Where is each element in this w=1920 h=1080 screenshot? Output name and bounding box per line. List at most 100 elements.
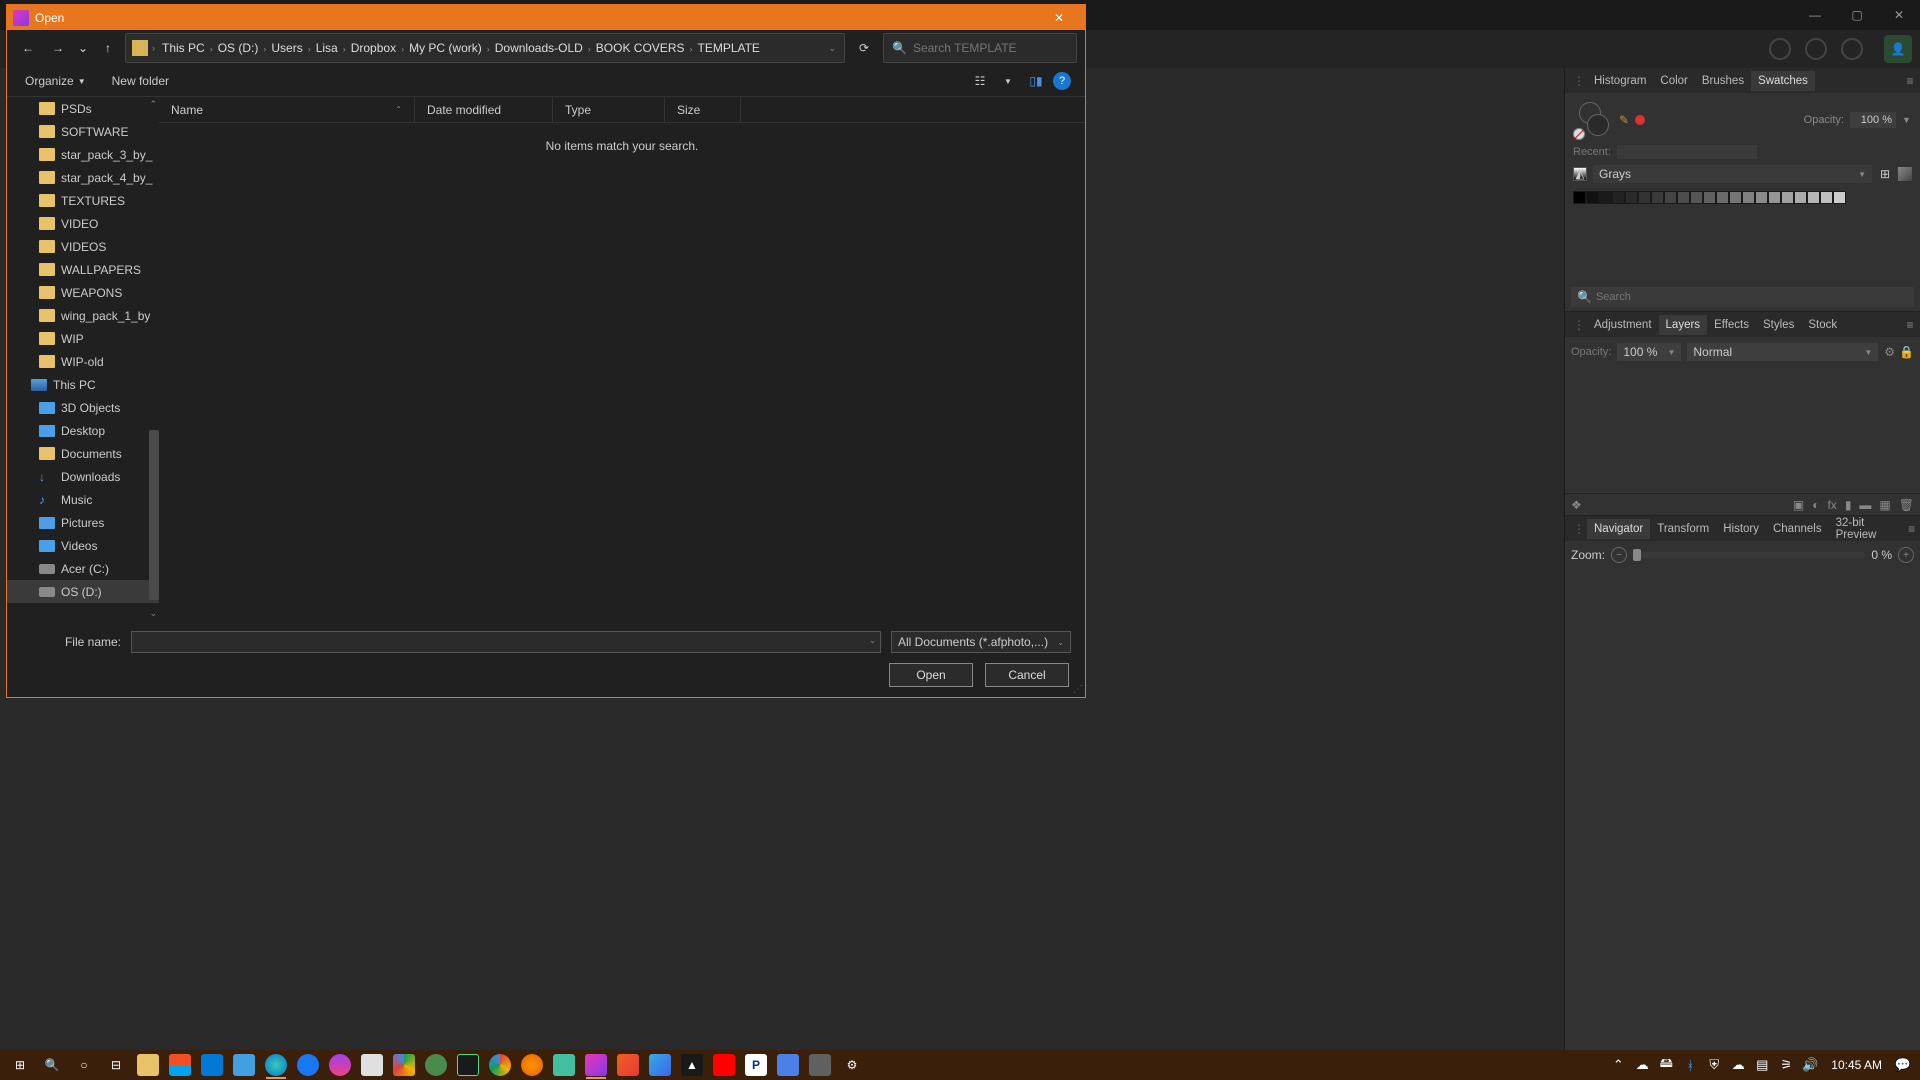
firefox-icon[interactable] xyxy=(518,1051,546,1079)
breadcrumb[interactable]: TEMPLATE xyxy=(694,39,762,57)
crop-icon[interactable]: ▮ xyxy=(1845,498,1852,512)
search-button[interactable]: 🔍 xyxy=(38,1051,66,1079)
gear-icon[interactable]: ⚙ xyxy=(1884,345,1895,359)
tree-item[interactable]: VIDEO xyxy=(7,212,159,235)
toolbar-circle-icon[interactable] xyxy=(1764,35,1796,63)
chrome-icon[interactable] xyxy=(486,1051,514,1079)
swatch[interactable] xyxy=(1612,191,1625,204)
settings-icon[interactable]: ⚙ xyxy=(838,1051,866,1079)
affinity-publisher-icon[interactable] xyxy=(614,1051,642,1079)
tree-item[interactable]: star_pack_3_by_ xyxy=(7,143,159,166)
layer-opacity[interactable]: 100 %▼ xyxy=(1617,343,1681,361)
app-icon[interactable] xyxy=(550,1051,578,1079)
recent-swatches[interactable] xyxy=(1617,145,1757,159)
zoom-slider[interactable] xyxy=(1633,552,1865,558)
tab-transform[interactable]: Transform xyxy=(1650,519,1716,539)
bluetooth-icon[interactable]: ᚼ xyxy=(1679,1051,1701,1079)
col-name[interactable]: Name⌃ xyxy=(159,97,415,122)
grid-icon[interactable]: ⊞ xyxy=(1878,167,1892,181)
col-date[interactable]: Date modified xyxy=(415,97,553,122)
view-mode-button[interactable]: ☷ xyxy=(969,71,991,91)
app-icon[interactable] xyxy=(230,1051,258,1079)
swatch[interactable] xyxy=(1690,191,1703,204)
sync-icon[interactable]: ☁ xyxy=(1631,1051,1653,1079)
view-dropdown[interactable]: ▼ xyxy=(997,71,1019,91)
refresh-button[interactable]: ⟳ xyxy=(849,34,879,62)
breadcrumb[interactable]: OS (D:) xyxy=(215,39,262,57)
tree-item[interactable]: wing_pack_1_by xyxy=(7,304,159,327)
tab-layers[interactable]: Layers xyxy=(1659,315,1708,335)
recent-dropdown[interactable]: ⌄ xyxy=(75,35,91,61)
tree-item[interactable]: OS (D:) xyxy=(7,580,159,603)
tab-32bit[interactable]: 32-bit Preview xyxy=(1829,513,1904,545)
chevron-down-icon[interactable]: ⌄ xyxy=(826,43,838,54)
lock-icon[interactable]: 🔒 xyxy=(1899,345,1914,359)
tree-item[interactable]: WEAPONS xyxy=(7,281,159,304)
eyedropper-icon[interactable]: ✎ xyxy=(1619,113,1629,127)
close-app-button[interactable]: ✕ xyxy=(1878,0,1920,30)
color-dot[interactable] xyxy=(1635,115,1645,125)
tree-item[interactable]: Acer (C:) xyxy=(7,557,159,580)
taskbar-clock[interactable]: 10:45 AM xyxy=(1823,1058,1890,1072)
wifi-icon[interactable]: ⚞ xyxy=(1775,1051,1797,1079)
breadcrumb[interactable]: Dropbox xyxy=(348,39,399,57)
toolbar-circle-icon[interactable] xyxy=(1836,35,1868,63)
tree-item[interactable]: PSDs xyxy=(7,97,159,120)
organize-button[interactable]: Organize▼ xyxy=(21,70,90,92)
swatch[interactable] xyxy=(1742,191,1755,204)
input-icon[interactable]: ▤ xyxy=(1751,1051,1773,1079)
zoom-in-button[interactable]: + xyxy=(1898,547,1914,563)
app-icon[interactable] xyxy=(454,1051,482,1079)
filename-input[interactable]: ⌄ xyxy=(131,631,881,653)
forward-button[interactable]: → xyxy=(45,35,71,61)
panel-menu-icon[interactable]: ≡ xyxy=(1900,318,1920,332)
cortana-button[interactable]: ○ xyxy=(70,1051,98,1079)
swatch[interactable] xyxy=(1807,191,1820,204)
folder-tree[interactable]: PSDsSOFTWAREstar_pack_3_by_star_pack_4_b… xyxy=(7,97,159,621)
tree-item[interactable]: star_pack_4_by_ xyxy=(7,166,159,189)
blend-mode-select[interactable]: Normal▼ xyxy=(1687,343,1878,361)
new-folder-button[interactable]: New folder xyxy=(108,70,173,92)
back-button[interactable]: ← xyxy=(15,35,41,61)
edit-palette-icon[interactable] xyxy=(1898,167,1912,181)
notifications-icon[interactable]: 💬 xyxy=(1892,1051,1914,1079)
mask-icon[interactable]: ▣ xyxy=(1793,498,1804,512)
address-bar[interactable]: › This PC›OS (D:)›Users›Lisa›Dropbox›My … xyxy=(125,33,845,63)
preview-pane-button[interactable]: ▯▮ xyxy=(1025,71,1047,91)
cancel-button[interactable]: Cancel xyxy=(985,663,1069,687)
color-wells[interactable] xyxy=(1573,100,1613,140)
edge-icon[interactable] xyxy=(262,1051,290,1079)
panel-menu-icon[interactable]: ≡ xyxy=(1903,522,1920,536)
tab-color[interactable]: Color xyxy=(1653,71,1694,91)
help-button[interactable]: ? xyxy=(1053,72,1071,90)
adjustment-icon[interactable]: ◐ xyxy=(1812,498,1819,512)
swatch-grid[interactable] xyxy=(1573,191,1912,204)
breadcrumb[interactable]: This PC xyxy=(159,39,208,57)
swatch[interactable] xyxy=(1625,191,1638,204)
affinity-photo-icon[interactable] xyxy=(582,1051,610,1079)
swatch[interactable] xyxy=(1729,191,1742,204)
explorer-icon[interactable] xyxy=(134,1051,162,1079)
chevron-down-icon[interactable]: ▼ xyxy=(1902,115,1912,125)
trash-icon[interactable]: 🗑 xyxy=(1899,498,1914,512)
tree-item[interactable]: Pictures xyxy=(7,511,159,534)
tab-stock[interactable]: Stock xyxy=(1801,315,1844,335)
chevron-down-icon[interactable]: ⌄ xyxy=(869,636,876,645)
tree-item[interactable]: TEXTURES xyxy=(7,189,159,212)
resize-grip[interactable]: ⋰ xyxy=(1073,684,1083,695)
close-dialog-button[interactable]: ✕ xyxy=(1039,11,1079,25)
swatch[interactable] xyxy=(1677,191,1690,204)
col-type[interactable]: Type xyxy=(553,97,665,122)
col-size[interactable]: Size xyxy=(665,97,741,122)
swatch[interactable] xyxy=(1651,191,1664,204)
store-icon[interactable] xyxy=(166,1051,194,1079)
facebook-icon[interactable] xyxy=(294,1051,322,1079)
swatch[interactable] xyxy=(1768,191,1781,204)
opacity-value[interactable]: 100 % xyxy=(1850,112,1896,128)
security-icon[interactable]: ⛨ xyxy=(1703,1051,1725,1079)
start-button[interactable]: ⊞ xyxy=(6,1051,34,1079)
tree-item[interactable]: Videos xyxy=(7,534,159,557)
zoom-out-button[interactable]: − xyxy=(1611,547,1627,563)
mail-icon[interactable] xyxy=(198,1051,226,1079)
fx-icon[interactable]: fx xyxy=(1827,498,1836,512)
